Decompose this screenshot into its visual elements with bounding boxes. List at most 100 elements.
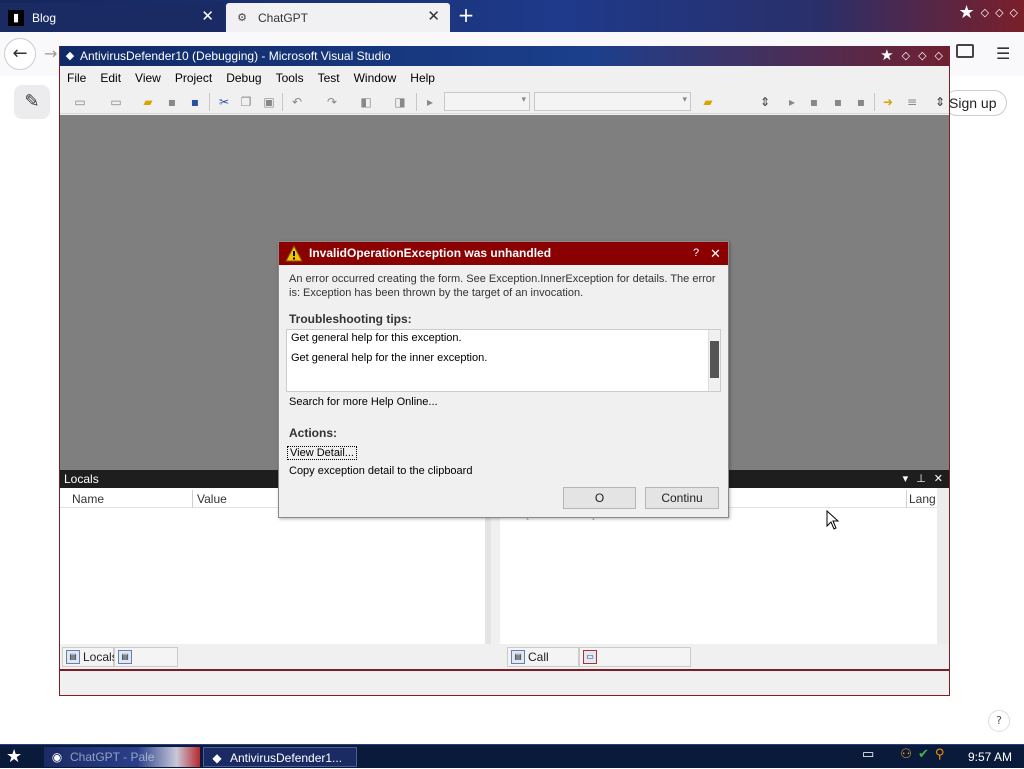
open-folder-icon[interactable]: ▰ [140, 94, 156, 110]
actions-heading: Actions: [289, 426, 337, 440]
step-into-icon[interactable]: ≡ [904, 94, 920, 110]
openai-icon: ⚙ [237, 12, 247, 24]
menu-tools[interactable]: Tools [269, 71, 311, 85]
vertical-scrollbar[interactable] [708, 330, 720, 391]
browser-window-controls: ★ ◇ ◇ ◇ [958, 4, 1018, 22]
network-icon[interactable]: ⚇ [900, 747, 912, 762]
maximize-icon[interactable]: ◇ [918, 46, 926, 66]
toolbar-overflow-icon[interactable]: ⇕ [932, 94, 948, 110]
close-tab-icon[interactable]: ✕ [427, 8, 440, 26]
sidebar-toggle-icon[interactable] [956, 44, 974, 58]
solution-config-dropdown[interactable] [444, 92, 530, 111]
pin-icon[interactable]: ⊥ [916, 470, 926, 488]
column-header-name[interactable]: Name [60, 490, 192, 508]
taskbar-item-chatgpt[interactable]: ◉ ChatGPT - Pale [44, 747, 200, 767]
continue-icon[interactable]: ▸ [784, 94, 800, 110]
save-all-icon[interactable]: ▪ [187, 94, 203, 110]
break-all-icon[interactable]: ▪ [806, 94, 822, 110]
close-window-icon[interactable]: ◇ [1010, 6, 1018, 20]
taskbar-item-visual-studio[interactable]: ◆ AntivirusDefender1... [203, 747, 357, 767]
toolbar-overflow-icon[interactable]: ⇕ [757, 94, 773, 110]
forward-button[interactable]: → [44, 44, 57, 63]
hamburger-menu-icon[interactable]: ☰ [996, 44, 1010, 63]
copy-icon[interactable]: ❐ [238, 94, 254, 110]
keyboard-icon[interactable]: ▭ [862, 747, 874, 762]
scrollbar-thumb[interactable] [710, 341, 719, 378]
minimize-icon[interactable]: ◇ [902, 46, 910, 66]
redo-icon[interactable]: ↷ [324, 94, 340, 110]
add-item-icon[interactable]: ▭ [108, 94, 124, 110]
paste-icon[interactable]: ▣ [261, 94, 277, 110]
dialog-help-button[interactable]: ? [693, 242, 699, 265]
menu-view[interactable]: View [128, 71, 168, 85]
vs-window-controls: ★ ◇ ◇ ◇ [880, 46, 943, 66]
view-detail-link[interactable]: View Detail... [287, 446, 357, 460]
new-tab-button[interactable]: + [456, 4, 476, 28]
security-icon[interactable]: ✔ [918, 747, 929, 762]
menu-test[interactable]: Test [311, 71, 347, 85]
close-tab-icon[interactable]: ✕ [201, 8, 214, 26]
signup-button[interactable]: Sign up [944, 90, 1008, 116]
troubleshooting-heading: Troubleshooting tips: [289, 312, 412, 326]
visual-studio-icon: ◆ [212, 751, 222, 765]
close-window-icon[interactable]: ◇ [935, 46, 943, 66]
menu-file[interactable]: File [60, 71, 93, 85]
tab-label: Blog [32, 10, 57, 25]
vertical-scrollbar[interactable] [937, 488, 949, 644]
tab-chatgpt[interactable]: ⚙ ChatGPT ✕ [226, 3, 450, 32]
menu-window[interactable]: Window [347, 71, 404, 85]
tab-blog[interactable]: ▮ Blog ✕ [0, 3, 224, 32]
cut-icon[interactable]: ✂ [216, 94, 232, 110]
find-in-files-icon[interactable]: ▰ [700, 94, 716, 110]
close-pane-icon[interactable]: ✕ [934, 470, 943, 488]
tip-link[interactable]: Get general help for this exception. [291, 332, 462, 344]
show-next-statement-icon[interactable]: ➜ [880, 94, 896, 110]
toolbar-separator [209, 93, 210, 111]
stop-debugging-icon[interactable]: ▪ [830, 94, 846, 110]
tab-immediate[interactable]: ▭ [579, 647, 691, 667]
start-debug-icon[interactable]: ▸ [422, 94, 438, 110]
new-chat-icon[interactable]: ✎ [14, 85, 50, 119]
vs-window-title: AntivirusDefender10 (Debugging) - Micros… [80, 49, 391, 63]
call-stack-icon: ▤ [511, 650, 525, 664]
back-button[interactable]: ← [4, 38, 36, 70]
star-icon[interactable]: ★ [958, 4, 974, 22]
start-button[interactable]: ★ [6, 746, 22, 768]
ok-button[interactable]: O [563, 487, 636, 509]
exception-dialog: InvalidOperationException was unhandled … [278, 241, 729, 518]
search-icon[interactable]: ⚲ [935, 747, 945, 762]
tab-call-stack[interactable]: ▤ Call Stack [507, 647, 579, 682]
vs-title-bar: ◆ AntivirusDefender10 (Debugging) - Micr… [60, 46, 949, 66]
tab-locals[interactable]: ▤ Locals [62, 647, 118, 667]
save-icon[interactable]: ▪ [164, 94, 180, 110]
tab-watch[interactable]: ▤ [114, 647, 178, 667]
undo-icon[interactable]: ↶ [289, 94, 305, 110]
vs-status-bar [60, 669, 949, 695]
menu-debug[interactable]: Debug [219, 71, 268, 85]
maximize-icon[interactable]: ◇ [995, 6, 1003, 20]
restart-icon[interactable]: ▪ [853, 94, 869, 110]
continue-button[interactable]: Continu [645, 487, 719, 509]
menu-help[interactable]: Help [403, 71, 442, 85]
search-help-online-link[interactable]: Search for more Help Online... [289, 396, 438, 408]
menu-project[interactable]: Project [168, 71, 219, 85]
toolbar-separator [874, 93, 875, 111]
toolbar-separator [416, 93, 417, 111]
dropdown-arrow-icon[interactable]: ▾ [903, 470, 909, 488]
dialog-close-button[interactable]: ✕ [710, 242, 721, 265]
menu-edit[interactable]: Edit [93, 71, 128, 85]
new-project-icon[interactable]: ▭ [72, 94, 88, 110]
taskbar: ★ ◉ ChatGPT - Pale ◆ AntivirusDefender1.… [0, 744, 1024, 768]
minimize-icon[interactable]: ◇ [981, 6, 989, 20]
star-icon[interactable]: ★ [880, 46, 893, 66]
tip-link[interactable]: Get general help for the inner exception… [291, 352, 487, 364]
taskbar-clock: 9:57 AM [968, 750, 1013, 764]
solution-platform-dropdown[interactable] [534, 92, 691, 111]
help-button[interactable]: ? [988, 710, 1010, 732]
copy-exception-link[interactable]: Copy exception detail to the clipboard [289, 465, 472, 477]
column-header-language[interactable]: Lang [907, 490, 937, 508]
navigate-back-icon[interactable]: ◧ [358, 94, 374, 110]
taskbar-item-label: AntivirusDefender1... [230, 751, 343, 765]
toolbar-separator [282, 93, 283, 111]
navigate-forward-icon[interactable]: ◨ [392, 94, 408, 110]
